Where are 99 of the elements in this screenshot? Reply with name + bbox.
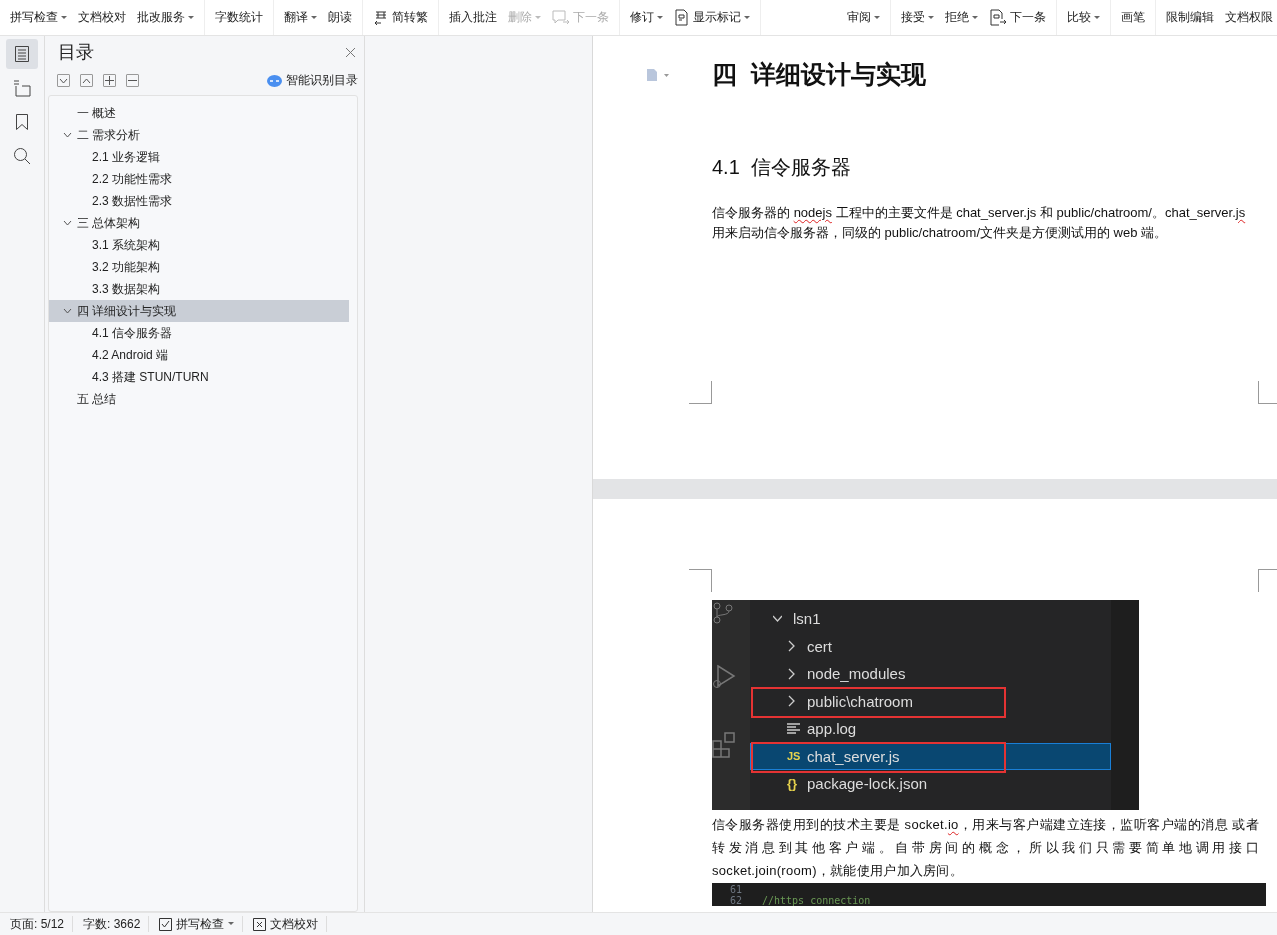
chevron-icon (62, 132, 72, 138)
robot-icon (267, 74, 282, 87)
toc-item[interactable]: 四 详细设计与实现 (49, 300, 349, 322)
line-number: 62 (728, 895, 742, 906)
rail-button[interactable] (6, 39, 38, 69)
file-tree-item: lsn1 (750, 605, 1111, 633)
toc-item[interactable]: 2.1 业务逻辑 (49, 146, 349, 168)
paragraph: 信令服务器使用到的技术主要是 socket.io，用来与客户端建立连接，监听客户端的消息 或者转发消息到其他客户端。自带房间的概念，所以我们只需要简单地调用接口 socket.join(room)，就能使用户加入房间。 (712, 816, 1259, 880)
toc-item[interactable]: 2.3 数据性需求 (49, 190, 349, 212)
toc-item[interactable]: 三 总体架构 (49, 212, 349, 234)
toolbar-button[interactable]: 显示标记 (670, 6, 754, 29)
toc-item[interactable]: 3.1 系统架构 (49, 234, 349, 256)
caret-icon (535, 15, 541, 20)
x-box-icon (253, 917, 267, 931)
toc-item[interactable]: 二 需求分析 (49, 124, 349, 146)
caret-icon (657, 15, 663, 20)
toolbar-button[interactable]: 拼写检查 (6, 6, 71, 29)
toolbar-button[interactable]: 审阅 (843, 6, 884, 29)
toolbar-button[interactable]: 文档校对 (74, 6, 130, 29)
file-type-label: {} (787, 776, 798, 792)
chevron-icon (62, 308, 72, 314)
expand-button[interactable] (80, 74, 93, 87)
caret-icon (744, 15, 750, 20)
file-tree-item: app.log (750, 715, 1111, 743)
caret-icon (61, 15, 67, 20)
toolbar-button[interactable]: 修订 (626, 6, 667, 29)
toc-item[interactable]: 4.3 搭建 STUN/TURN (49, 366, 349, 388)
convert-icon (373, 9, 389, 26)
toc-item[interactable]: 3.2 功能架构 (49, 256, 349, 278)
line-number: 61 (728, 883, 742, 895)
add-button[interactable] (103, 74, 116, 87)
code-comment: //https connection (762, 895, 871, 906)
toc-item[interactable]: 4.1 信令服务器 (49, 322, 349, 344)
file-tree-item: cert (750, 632, 1111, 660)
search-icon (13, 147, 31, 165)
collapse-button[interactable] (57, 74, 70, 87)
caret-icon (188, 15, 194, 20)
crop-mark (689, 569, 712, 592)
toc-item[interactable]: 3.3 数据架构 (49, 278, 349, 300)
outline-icon (13, 79, 31, 97)
chevron-icon (62, 220, 72, 226)
crop-mark (1258, 381, 1277, 404)
toc-item[interactable]: 五 总结 (49, 388, 349, 410)
document-arrow-icon (989, 9, 1007, 26)
remove-button[interactable] (126, 74, 139, 87)
toolbar-button[interactable]: 朗读 (324, 6, 356, 29)
word-count[interactable]: 字数: 3662 (73, 916, 150, 932)
file-tree-item: {} package-lock.json (786, 774, 929, 795)
file-tree-item: node_modules (750, 660, 1111, 688)
crop-mark (689, 381, 712, 404)
chevron-icon (787, 666, 796, 681)
toolbar-button[interactable]: 简转繁 (369, 6, 432, 29)
paragraph: 信令服务器的 nodejs 工程中的主要文件是 chat_server.js 和 public/chatroom/。chat_server.js 用来启动信令服务器，同级的 public/chatroom/文件夹是方便测试用的 web 端。 (712, 204, 1247, 242)
caret-icon (311, 15, 317, 20)
check-box-icon (159, 917, 173, 931)
list-icon (14, 45, 30, 63)
text-lines-icon (787, 722, 801, 735)
file-tree-item: public\chatroom (750, 687, 1111, 715)
smart-toc-button[interactable]: 智能识别目录 (267, 72, 358, 89)
document-icon (674, 9, 690, 26)
bookmark-icon (15, 113, 29, 131)
toc-item[interactable]: 2.2 功能性需求 (49, 168, 349, 190)
toolbar-button[interactable]: 字数统计 (211, 6, 267, 29)
caret-icon (228, 922, 235, 926)
toolbar-button[interactable]: 插入批注 (445, 6, 501, 29)
chevron-icon (787, 639, 796, 654)
toolbar-button[interactable]: 画笔 (1117, 6, 1149, 29)
branch-icon (712, 602, 734, 624)
toolbar-button[interactable]: 接受 (897, 6, 938, 29)
file-tree-item: JS chat_server.js (750, 742, 1111, 770)
toolbar-button[interactable]: 比较 (1063, 6, 1104, 29)
page-count: 页面: 5/12 (0, 916, 74, 932)
extensions-icon (712, 730, 736, 758)
close-icon[interactable] (345, 46, 356, 58)
chevron-up-icon (82, 77, 91, 84)
toolbar-button[interactable]: 翻译 (280, 6, 321, 29)
chevron-icon (787, 694, 796, 709)
file-type-label: JS (787, 750, 801, 763)
toc-item[interactable]: 一 概述 (49, 102, 349, 124)
subheading: 4.1 信令服务器 (712, 155, 852, 180)
caret-icon (972, 15, 978, 20)
plus-icon (105, 76, 114, 85)
toolbar-button[interactable]: 文档权限 (1221, 6, 1277, 29)
panel-title: 目录 (58, 41, 94, 64)
chevron-down-icon (59, 77, 68, 84)
caret-icon (1094, 15, 1100, 20)
proofread-button[interactable]: 文档校对 (243, 916, 328, 932)
heading: 四 详细设计与实现 (712, 59, 927, 90)
caret-icon (874, 15, 880, 20)
comment-icon (552, 9, 570, 26)
toolbar-button[interactable]: 拒绝 (941, 6, 982, 29)
toolbar-button[interactable]: 批改服务 (133, 6, 198, 29)
toolbar-button[interactable]: 限制编辑 (1162, 6, 1218, 29)
run-icon (712, 664, 736, 690)
crop-mark (1258, 569, 1277, 592)
toolbar-button[interactable]: 下一条 (985, 6, 1050, 29)
spell-check-button[interactable]: 拼写检查 (149, 916, 244, 932)
toc-item[interactable]: 4.2 Android 端 (49, 344, 349, 366)
caret-icon (928, 15, 934, 20)
